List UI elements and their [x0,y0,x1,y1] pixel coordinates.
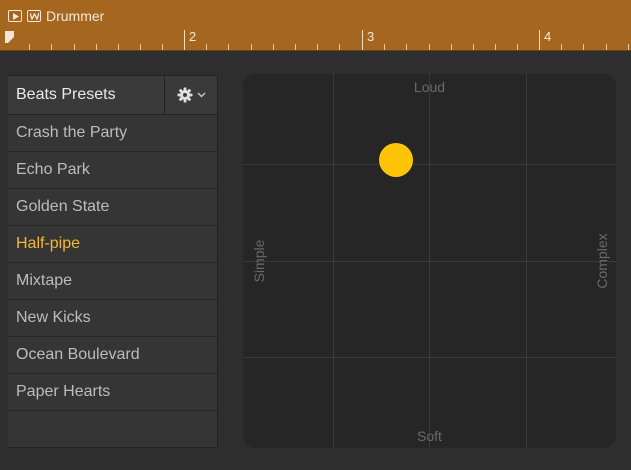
loudness-complexity-pad[interactable]: Loud Soft Simple Complex [243,74,616,448]
presets-title: Beats Presets [8,76,165,114]
preset-item[interactable]: Echo Park [8,152,217,189]
beat-tick [206,44,207,50]
region-name: Drummer [46,8,105,24]
beat-tick [339,44,340,50]
preset-item[interactable]: Paper Hearts [8,374,217,411]
preset-item[interactable]: Half-pipe [8,226,217,263]
beat-tick [228,44,229,50]
beat-tick [628,44,629,50]
bar-number-2: 2 [189,29,197,44]
preset-item[interactable]: Crash the Party [8,115,217,152]
beat-tick [406,44,407,50]
beats-presets-panel: Beats Presets Crash the Party Echo Park Go… [8,75,218,448]
simple-label: Simple [251,239,267,283]
beat-tick [583,44,584,50]
pad-grid-line [243,261,616,262]
beat-tick [29,44,30,50]
beat-tick [74,44,75,50]
beat-tick [384,44,385,50]
beat-tick [140,44,141,50]
beat-tick [317,44,318,50]
beat-tick [96,44,97,50]
beat-tick [451,44,452,50]
region-start-handle-icon[interactable] [5,31,15,43]
bar-number-4: 4 [544,29,552,44]
preset-actions-button[interactable] [165,76,217,114]
preset-list: Crash the Party Echo Park Golden State Half… [8,115,217,411]
pad-puck[interactable] [378,143,413,178]
beat-tick [606,44,607,50]
bar-number-3: 3 [367,29,375,44]
preset-item[interactable]: Mixtape [8,263,217,300]
beat-tick [273,44,274,50]
presets-header: Beats Presets [8,76,217,115]
chevron-down-icon [197,92,205,98]
region-title-bar: Drummer [8,8,104,24]
drummer-editor-icon[interactable] [27,10,41,22]
bar-line-4 [539,30,540,50]
soft-label: Soft [417,428,442,444]
bar-line-2 [184,30,185,50]
drummer-region[interactable]: Drummer 2 3 4 [0,0,631,51]
bar-line-3 [362,30,363,50]
beat-tick [561,44,562,50]
beat-tick [517,44,518,50]
beat-tick [51,44,52,50]
preset-item[interactable]: Golden State [8,189,217,226]
region-play-icon[interactable] [8,10,22,22]
beat-tick [295,44,296,50]
beat-tick [251,44,252,50]
beat-tick [118,44,119,50]
gear-icon [177,87,192,103]
preset-item[interactable]: Ocean Boulevard [8,337,217,374]
preset-item[interactable]: New Kicks [8,300,217,337]
beat-tick [429,44,430,50]
beat-tick [473,44,474,50]
pad-grid-line [243,164,616,165]
loud-label: Loud [413,79,446,95]
pad-grid-line [243,357,616,358]
beat-tick [495,44,496,50]
beat-tick [162,44,163,50]
complex-label: Complex [594,233,610,289]
